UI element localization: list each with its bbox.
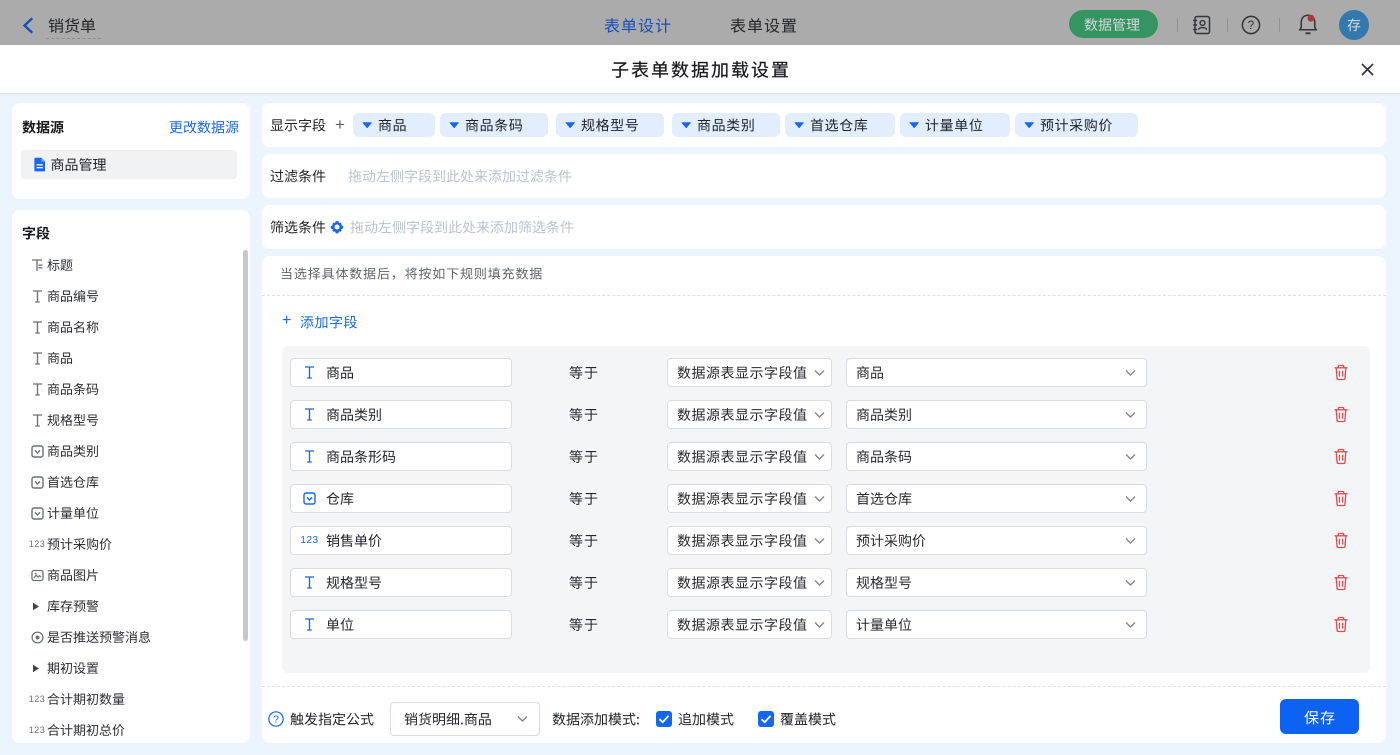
svg-text:?: ? <box>1248 20 1254 32</box>
svg-text:?: ? <box>273 714 279 726</box>
